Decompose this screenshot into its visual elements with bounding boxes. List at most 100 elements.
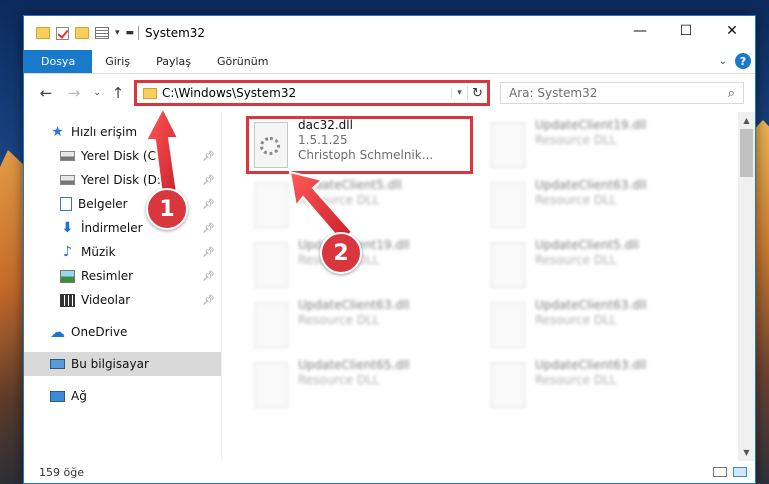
back-button[interactable]: ← <box>36 84 56 102</box>
scroll-up-icon[interactable]: ▲ <box>738 112 755 129</box>
expand-ribbon-icon[interactable]: ⌄ <box>719 56 727 67</box>
title-bar: ▾ ▬ System32 — ☐ ✕ <box>24 16 755 50</box>
callout-badge-two: 2 <box>320 232 362 274</box>
sidebar-item-network[interactable]: Ağ <box>24 384 221 408</box>
navigation-pane: ★ Hızlı erişim Yerel Disk (C:) 📌︎ Yerel … <box>24 112 222 461</box>
file-highlight-box <box>246 116 473 174</box>
sidebar-item-label: Ağ <box>71 389 87 403</box>
sidebar-item-label: OneDrive <box>71 325 128 339</box>
video-icon <box>60 293 75 307</box>
this-pc-icon <box>50 359 65 369</box>
sidebar-item-documents[interactable]: Belgeler 📌︎ <box>24 192 221 216</box>
file-item[interactable]: UpdateClient63.dll Resource DLL <box>250 298 480 356</box>
file-item[interactable]: UpdateClient19.dll Resource DLL <box>250 238 480 296</box>
sidebar-item-music[interactable]: ♪ Müzik 📌︎ <box>24 240 221 264</box>
pin-icon[interactable]: 📌︎ <box>202 295 215 306</box>
file-item[interactable]: UpdateClient63.dll Resource DLL <box>487 178 717 236</box>
search-input[interactable]: Ara: System32 ⌕ <box>500 82 744 104</box>
sidebar-item-label: Yerel Disk (D:) <box>81 173 166 187</box>
file-description: Resource DLL <box>298 193 380 207</box>
toolbar-menu-icon[interactable]: ▬ <box>126 28 135 38</box>
sidebar-item-label: Müzik <box>81 245 116 259</box>
pictures-icon <box>60 269 75 283</box>
up-button[interactable]: ↑ <box>108 84 128 102</box>
forward-button[interactable]: → <box>64 84 84 102</box>
window-title: System32 <box>145 26 206 40</box>
sidebar-item-pictures[interactable]: Resimler 📌︎ <box>24 264 221 288</box>
toolbar-dropdown-icon[interactable]: ▾ <box>115 28 120 38</box>
file-list: dac32.dll 1.5.1.25 Christoph Schmelnik..… <box>222 112 755 461</box>
address-bar[interactable]: C:\Windows\System32 ▾ ↻ <box>134 80 490 106</box>
dll-file-icon <box>491 362 525 408</box>
document-icon <box>60 197 72 211</box>
dll-file-icon <box>254 362 288 408</box>
file-description: Resource DLL <box>535 313 617 327</box>
pin-icon[interactable]: 📌︎ <box>202 199 215 210</box>
file-item[interactable]: UpdateClient5.dll Resource DLL <box>250 178 480 236</box>
new-folder-icon[interactable] <box>75 27 89 39</box>
view-switcher <box>713 467 747 477</box>
search-placeholder: Ara: System32 <box>509 86 598 100</box>
pin-icon[interactable]: 📌︎ <box>202 271 215 282</box>
window-controls: — ☐ ✕ <box>617 16 755 46</box>
close-button[interactable]: ✕ <box>709 16 755 46</box>
sidebar-item-videos[interactable]: Videolar 📌︎ <box>24 288 221 312</box>
item-count: 159 öğe <box>39 465 84 479</box>
tab-home[interactable]: Giriş <box>92 50 143 73</box>
scroll-thumb[interactable] <box>740 129 753 177</box>
file-item[interactable]: UpdateClient63.dll Resource DLL <box>487 358 717 416</box>
sidebar-item-downloads[interactable]: ⬇ İndirmeler 📌︎ <box>24 216 221 240</box>
file-name: UpdateClient65.dll <box>298 358 410 372</box>
pin-icon[interactable]: 📌︎ <box>202 175 215 186</box>
file-description: Resource DLL <box>535 253 617 267</box>
vertical-scrollbar[interactable]: ▲ ▼ <box>738 112 755 461</box>
tab-file[interactable]: Dosya <box>24 50 93 73</box>
sidebar-item-quick-access[interactable]: ★ Hızlı erişim <box>24 120 221 144</box>
tab-view[interactable]: Görünüm <box>204 50 281 73</box>
dll-file-icon <box>491 122 525 168</box>
refresh-button[interactable]: ↻ <box>467 85 487 101</box>
content-area: ★ Hızlı erişim Yerel Disk (C:) 📌︎ Yerel … <box>24 112 755 461</box>
sidebar-item-label: Bu bilgisayar <box>71 357 149 371</box>
pin-icon[interactable]: 📌︎ <box>202 151 215 162</box>
file-name: UpdateClient63.dll <box>535 298 647 312</box>
dll-file-icon <box>491 182 525 228</box>
file-description: Resource DLL <box>535 373 617 387</box>
status-bar: 159 öğe <box>24 461 755 483</box>
network-icon <box>50 390 65 402</box>
download-icon: ⬇ <box>61 219 74 236</box>
help-icon[interactable]: ? <box>735 53 751 69</box>
maximize-button[interactable]: ☐ <box>663 16 709 46</box>
address-path[interactable]: C:\Windows\System32 <box>162 86 451 100</box>
details-view-icon[interactable] <box>713 467 727 477</box>
sidebar-item-local-disk-d[interactable]: Yerel Disk (D:) 📌︎ <box>24 168 221 192</box>
file-item[interactable]: UpdateClient65.dll Resource DLL <box>250 358 480 416</box>
file-description: Resource DLL <box>535 193 617 207</box>
file-name: UpdateClient63.dll <box>535 358 647 372</box>
file-name: UpdateClient63.dll <box>535 178 647 192</box>
pin-icon[interactable]: 📌︎ <box>202 247 215 258</box>
pin-icon[interactable]: 📌︎ <box>202 223 215 234</box>
minimize-button[interactable]: — <box>617 16 663 46</box>
address-dropdown-icon[interactable]: ▾ <box>451 88 467 98</box>
scroll-down-icon[interactable]: ▼ <box>738 444 755 461</box>
properties-check-icon[interactable] <box>56 26 69 40</box>
large-icons-view-icon[interactable] <box>733 467 747 477</box>
tab-share[interactable]: Paylaş <box>143 50 204 73</box>
customize-toolbar-icon[interactable] <box>95 27 109 39</box>
recent-locations-button[interactable]: ⌄ <box>90 88 104 98</box>
file-item[interactable]: UpdateClient19.dll Resource DLL <box>487 118 717 176</box>
file-item[interactable]: UpdateClient63.dll Resource DLL <box>487 298 717 356</box>
sidebar-item-onedrive[interactable]: ☁ OneDrive <box>24 320 221 344</box>
sidebar-item-this-pc[interactable]: Bu bilgisayar <box>24 352 221 376</box>
sidebar-item-label: İndirmeler <box>81 221 143 235</box>
dll-file-icon <box>254 242 288 288</box>
dll-file-icon <box>491 242 525 288</box>
sidebar-item-local-disk-c[interactable]: Yerel Disk (C:) 📌︎ <box>24 144 221 168</box>
navigation-bar: ← → ⌄ ↑ C:\Windows\System32 ▾ ↻ Ara: Sys… <box>24 74 755 112</box>
search-icon[interactable]: ⌕ <box>728 86 735 101</box>
file-item[interactable]: UpdateClient5.dll Resource DLL <box>487 238 717 296</box>
folder-icon <box>36 27 50 39</box>
sidebar-item-label: Resimler <box>81 269 134 283</box>
sidebar-item-label: Hızlı erişim <box>71 125 138 139</box>
